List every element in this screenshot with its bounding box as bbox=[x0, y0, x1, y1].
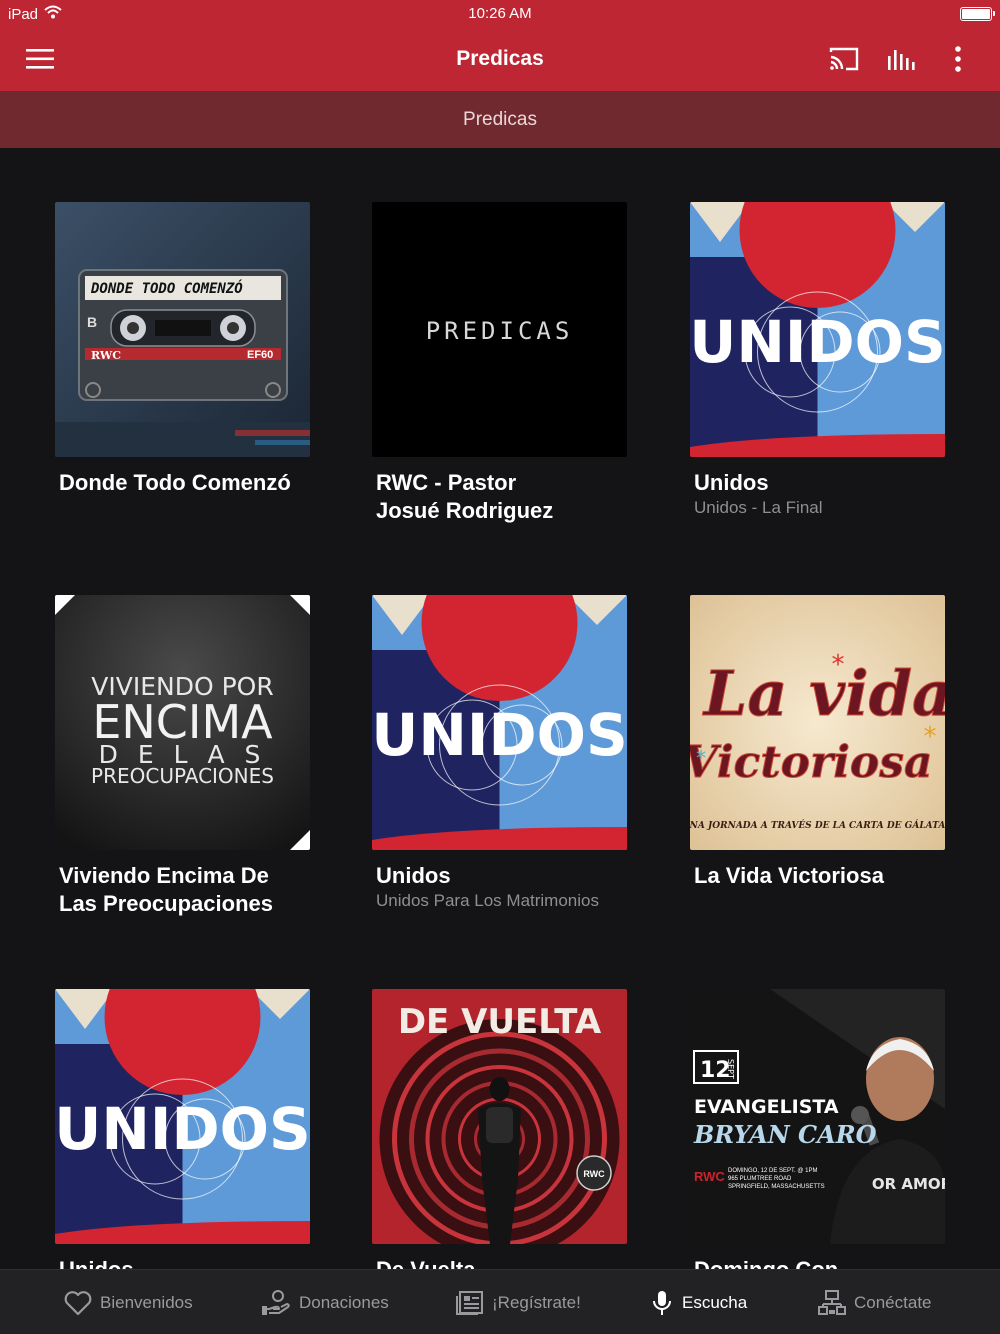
app-root: iPad 10:26 AM Predicas Predicas DONDE TO… bbox=[0, 0, 1000, 1334]
unidos-artwork: UNIDOS bbox=[690, 202, 945, 457]
cassette-artwork: DONDE TODO COMENZÓ B RWC EF60 bbox=[55, 202, 310, 457]
event-detail3: SPRINGFIELD, MASSACHUSETTS bbox=[728, 1184, 825, 1190]
series-card-unidos[interactable]: UNIDOS Unidos bbox=[55, 989, 325, 1269]
asterisk-icon: * bbox=[924, 722, 937, 752]
shirt-text: OR AMOR bbox=[872, 1175, 945, 1193]
predicas-artwork: PREDICAS bbox=[372, 202, 627, 457]
event-detail1: DOMINGO, 12 DE SEPT. @ 1PM bbox=[728, 1168, 817, 1174]
cast-icon bbox=[829, 47, 859, 71]
tape-label: DONDE TODO COMENZÓ bbox=[90, 279, 243, 297]
equalizer-icon bbox=[888, 50, 915, 70]
event-month: SEPT bbox=[726, 1059, 735, 1079]
series-subtitle: Unidos - La Final bbox=[694, 498, 823, 517]
series-card-domingo-con[interactable]: OR AMOR 12 SEPT EVANGELISTA BRYAN CARO R… bbox=[690, 989, 960, 1269]
more-options-button[interactable] bbox=[940, 42, 976, 76]
series-title: La Vida Victoriosa bbox=[694, 863, 884, 888]
victoriosa-line2: Victoriosa bbox=[690, 737, 933, 788]
event-brand: RWC bbox=[694, 1169, 725, 1184]
cast-button[interactable] bbox=[826, 42, 862, 76]
series-card-unidos-matrimonios[interactable]: UNIDOS Unidos Unidos Para Los Matrimonio… bbox=[372, 595, 642, 912]
victoriosa-line1: La vida bbox=[702, 657, 945, 730]
tab-conectate[interactable]: Conéctate bbox=[818, 1270, 932, 1334]
series-subtitle: Unidos Para Los Matrimonios bbox=[376, 891, 599, 910]
series-title: De Vuelta bbox=[372, 1256, 642, 1269]
viviendo-artwork: VIVIENDO POR ENCIMA D E L A S PREOCUPACI… bbox=[55, 595, 310, 850]
tab-donaciones[interactable]: Donaciones bbox=[261, 1270, 389, 1334]
tab-bar: Bienvenidos Donaciones ¡Regístrate! Escu… bbox=[0, 1269, 1000, 1334]
unidos-art-text: UNIDOS bbox=[372, 701, 627, 769]
de-vuelta-artwork: DE VUELTA RWC bbox=[372, 989, 627, 1244]
bryan-caro-artwork: OR AMOR 12 SEPT EVANGELISTA BRYAN CARO R… bbox=[690, 989, 945, 1244]
tab-label: ¡Regístrate! bbox=[492, 1292, 581, 1312]
heart-icon bbox=[64, 1290, 92, 1315]
unidos-artwork: UNIDOS bbox=[55, 989, 310, 1244]
series-title: Donde Todo Comenzó bbox=[59, 470, 291, 495]
tab-label: Bienvenidos bbox=[100, 1292, 193, 1312]
form-icon bbox=[456, 1290, 483, 1315]
nav-bar: Predicas bbox=[0, 28, 1000, 91]
unidos-art-text: UNIDOS bbox=[690, 308, 945, 376]
microphone-icon bbox=[653, 1290, 671, 1315]
donate-hand-icon bbox=[262, 1289, 290, 1315]
event-line1: EVANGELISTA bbox=[694, 1096, 839, 1118]
victoriosa-artwork: La vida Victoriosa * * * NA JORNADA A TR… bbox=[690, 595, 945, 850]
tab-bienvenidos[interactable]: Bienvenidos bbox=[64, 1270, 193, 1334]
series-card-unidos-la-final[interactable]: UNIDOS Unidos Unidos - La Final bbox=[690, 202, 960, 519]
series-title: Unidos bbox=[55, 1256, 325, 1269]
section-header: Predicas bbox=[0, 91, 1000, 148]
series-card-rwc-pastor[interactable]: PREDICAS RWC - Pastor Josué Rodriguez bbox=[372, 202, 642, 525]
network-icon bbox=[818, 1289, 846, 1315]
tape-brand: RWC bbox=[91, 349, 121, 362]
de-vuelta-art-text: DE VUELTA bbox=[398, 1002, 602, 1042]
victoriosa-footer: NA JORNADA A TRAVÉS DE LA CARTA DE GÁLAT… bbox=[690, 819, 945, 831]
equalizer-button[interactable] bbox=[883, 42, 919, 76]
series-card-de-vuelta[interactable]: DE VUELTA RWC De Vuelta bbox=[372, 989, 642, 1269]
event-detail2: 965 PLUMTREE ROAD bbox=[728, 1176, 792, 1182]
series-grid: DONDE TODO COMENZÓ B RWC EF60 Donde Todo… bbox=[0, 148, 1000, 1269]
series-title: Unidos bbox=[376, 863, 451, 888]
series-title: Viviendo Encima De Las Preocupaciones bbox=[59, 863, 273, 916]
battery-icon bbox=[960, 7, 995, 21]
tab-escucha[interactable]: Escucha bbox=[650, 1270, 747, 1334]
viviendo-line4: PREOCUPACIONES bbox=[91, 764, 274, 788]
tab-label: Escucha bbox=[682, 1292, 748, 1312]
series-title: RWC - Pastor Josué Rodriguez bbox=[376, 470, 554, 523]
rwc-badge: RWC bbox=[583, 1169, 605, 1179]
series-card-la-vida-victoriosa[interactable]: La vida Victoriosa * * * NA JORNADA A TR… bbox=[690, 595, 960, 890]
unidos-art-text: UNIDOS bbox=[55, 1095, 310, 1163]
tab-registrate[interactable]: ¡Regístrate! bbox=[456, 1270, 581, 1334]
asterisk-icon: * bbox=[832, 650, 845, 680]
tab-label: Conéctate bbox=[854, 1292, 932, 1312]
tape-side: B bbox=[87, 314, 97, 330]
unidos-artwork: UNIDOS bbox=[372, 595, 627, 850]
series-card-donde-todo-comenzo[interactable]: DONDE TODO COMENZÓ B RWC EF60 Donde Todo… bbox=[55, 202, 325, 497]
series-title: Domingo Con bbox=[690, 1256, 960, 1269]
tape-type: EF60 bbox=[247, 349, 273, 361]
series-card-viviendo-encima[interactable]: VIVIENDO POR ENCIMA D E L A S PREOCUPACI… bbox=[55, 595, 325, 918]
predicas-art-text: PREDICAS bbox=[426, 317, 574, 345]
asterisk-icon: * bbox=[696, 746, 706, 770]
status-bar: iPad 10:26 AM bbox=[0, 0, 1000, 28]
tab-label: Donaciones bbox=[299, 1292, 389, 1312]
status-time: 10:26 AM bbox=[468, 5, 532, 22]
more-vertical-icon bbox=[955, 46, 961, 72]
series-title: Unidos bbox=[694, 470, 769, 495]
event-line2: BRYAN CARO bbox=[693, 1120, 877, 1149]
